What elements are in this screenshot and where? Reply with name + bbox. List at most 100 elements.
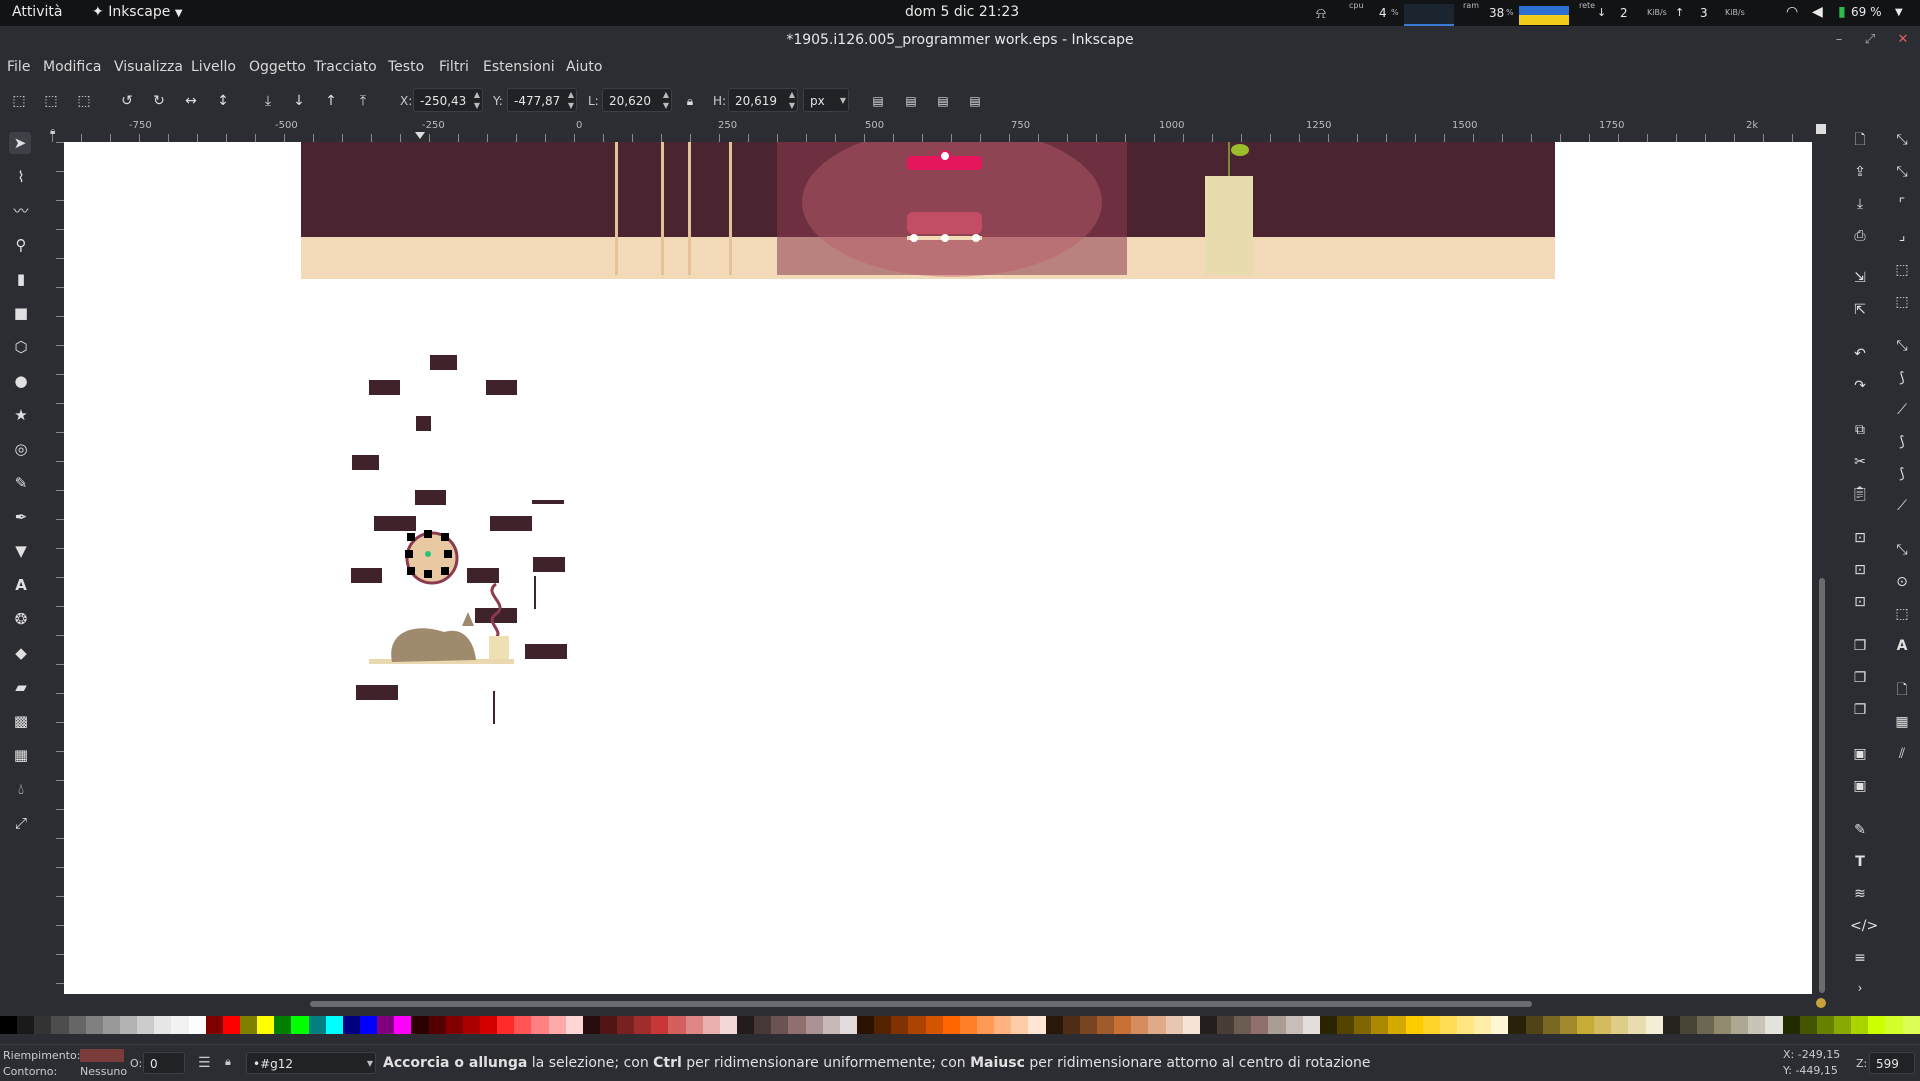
- snap-toggle-icon[interactable]: ⤡: [1892, 130, 1912, 150]
- current-layer-select[interactable]: •#g12 ▼: [246, 1052, 376, 1074]
- snap-midpoint-icon[interactable]: ⟋: [1892, 496, 1912, 516]
- palette-swatch[interactable]: [514, 1016, 532, 1034]
- palette-swatch[interactable]: [1422, 1016, 1440, 1034]
- snap-bbox-edge-icon[interactable]: ⌜: [1892, 194, 1912, 214]
- layers-icon[interactable]: ≋: [1850, 884, 1870, 904]
- redo-icon[interactable]: ↷: [1850, 376, 1870, 396]
- import-icon[interactable]: ⇲: [1850, 268, 1870, 288]
- cut-icon[interactable]: ✂: [1850, 452, 1870, 472]
- palette-swatch[interactable]: [925, 1016, 943, 1034]
- palette-swatch[interactable]: [1491, 1016, 1509, 1034]
- palette-swatch[interactable]: [17, 1016, 35, 1034]
- ellipse-tool-icon[interactable]: ●: [10, 370, 32, 392]
- app-menu[interactable]: ✦ Inkscape ▼: [92, 4, 183, 20]
- palette-swatch[interactable]: [839, 1016, 858, 1034]
- palette-swatch[interactable]: [1542, 1016, 1560, 1034]
- palette-swatch[interactable]: [599, 1016, 618, 1034]
- copy-icon[interactable]: ⧉: [1850, 420, 1870, 440]
- zoom-tool-icon[interactable]: ⚲: [10, 234, 32, 256]
- raise-to-top-icon[interactable]: ⤒: [354, 92, 372, 110]
- duplicate-icon[interactable]: ❐: [1850, 636, 1870, 656]
- palette-swatch[interactable]: [1302, 1016, 1320, 1034]
- volume-icon[interactable]: ◀: [1812, 4, 1823, 20]
- scale-stroke-icon[interactable]: ▤: [869, 92, 887, 110]
- palette-swatch[interactable]: [582, 1016, 600, 1034]
- palette-swatch[interactable]: [205, 1016, 223, 1034]
- menu-visualizza[interactable]: Visualizza: [114, 59, 183, 75]
- text-tool-icon[interactable]: A: [10, 574, 32, 596]
- menu-modifica[interactable]: Modifica: [43, 59, 102, 75]
- palette-swatch[interactable]: [857, 1016, 875, 1034]
- connector-tool-icon[interactable]: ⤢: [10, 812, 32, 834]
- paste-icon[interactable]: 📋︎: [1850, 484, 1870, 504]
- palette-swatch[interactable]: [754, 1016, 772, 1034]
- palette-swatch[interactable]: [274, 1016, 292, 1034]
- palette-swatch[interactable]: [1354, 1016, 1372, 1034]
- palette-swatch[interactable]: [1902, 1016, 1920, 1034]
- palette-swatch[interactable]: [617, 1016, 635, 1034]
- menu-tracciato[interactable]: Tracciato: [314, 59, 377, 75]
- color-palette[interactable]: [0, 1015, 1920, 1035]
- menu-estensioni[interactable]: Estensioni: [483, 59, 555, 75]
- palette-swatch[interactable]: [634, 1016, 652, 1034]
- minimize-button[interactable]: –: [1829, 30, 1849, 50]
- palette-swatch[interactable]: [188, 1016, 206, 1034]
- zoom-selection-icon[interactable]: ⊡: [1850, 528, 1870, 548]
- move-patterns-icon[interactable]: ▤: [966, 92, 984, 110]
- palette-swatch[interactable]: [1439, 1016, 1457, 1034]
- palette-swatch[interactable]: [1285, 1016, 1303, 1034]
- gradient-tool-icon[interactable]: ▩: [10, 710, 32, 732]
- opacity-field[interactable]: 0: [143, 1052, 185, 1074]
- spray-tool-icon[interactable]: ❂: [10, 608, 32, 630]
- snap-intersection-icon[interactable]: ⟋: [1892, 400, 1912, 420]
- snap-rotation-center-icon[interactable]: ⬚: [1892, 604, 1912, 624]
- palette-swatch[interactable]: [257, 1016, 275, 1034]
- bucket-tool-icon[interactable]: ▰: [10, 676, 32, 698]
- ungroup-icon[interactable]: ▣: [1850, 776, 1870, 796]
- palette-swatch[interactable]: [1714, 1016, 1732, 1034]
- pen-tool-icon[interactable]: ✒: [10, 506, 32, 528]
- palette-swatch[interactable]: [668, 1016, 686, 1034]
- vertical-scrollbar[interactable]: [1819, 578, 1825, 993]
- new-document-icon[interactable]: 🗋︎: [1850, 130, 1870, 150]
- palette-swatch[interactable]: [531, 1016, 549, 1034]
- horizontal-ruler[interactable]: -750 -500 -250 0 250 500 750 1000 1250 1…: [52, 118, 1812, 143]
- palette-swatch[interactable]: [908, 1016, 926, 1034]
- palette-swatch[interactable]: [308, 1016, 326, 1034]
- height-field[interactable]: 20,619 ▲ ▼: [728, 88, 798, 112]
- palette-swatch[interactable]: [994, 1016, 1012, 1034]
- node-tool-icon[interactable]: ⌇: [10, 166, 32, 188]
- snap-nodes-icon[interactable]: ⤡: [1892, 336, 1912, 356]
- zoom-page-icon[interactable]: ⊡: [1850, 592, 1870, 612]
- palette-swatch[interactable]: [1474, 1016, 1492, 1034]
- palette-swatch[interactable]: [1268, 1016, 1286, 1034]
- palette-swatch[interactable]: [68, 1016, 86, 1034]
- palette-swatch[interactable]: [0, 1016, 18, 1034]
- palette-swatch[interactable]: [1508, 1016, 1526, 1034]
- palette-swatch[interactable]: [51, 1016, 69, 1034]
- palette-swatch[interactable]: [342, 1016, 360, 1034]
- battery-icon[interactable]: ▮: [1838, 4, 1846, 20]
- snap-cusp-icon[interactable]: ⟆: [1892, 432, 1912, 452]
- palette-swatch[interactable]: [1868, 1016, 1886, 1034]
- palette-swatch[interactable]: [805, 1016, 823, 1034]
- xml-editor-icon[interactable]: </>: [1850, 916, 1878, 936]
- palette-swatch[interactable]: [445, 1016, 463, 1034]
- palette-swatch[interactable]: [102, 1016, 120, 1034]
- rotate-cw-icon[interactable]: ↻: [150, 92, 168, 110]
- palette-swatch[interactable]: [719, 1016, 738, 1034]
- snap-page-icon[interactable]: 🗋︎: [1892, 680, 1912, 700]
- menu-filtri[interactable]: Filtri: [439, 59, 469, 75]
- palette-swatch[interactable]: [1011, 1016, 1029, 1034]
- palette-swatch[interactable]: [1696, 1016, 1715, 1034]
- wifi-icon[interactable]: ◠: [1786, 4, 1798, 20]
- palette-swatch[interactable]: [1456, 1016, 1475, 1034]
- palette-swatch[interactable]: [1628, 1016, 1646, 1034]
- more-chevron-icon[interactable]: ›: [1850, 978, 1870, 998]
- palette-swatch[interactable]: [137, 1016, 155, 1034]
- open-icon[interactable]: ⇪: [1850, 162, 1870, 182]
- width-field[interactable]: 20,620 ▲ ▼: [602, 88, 672, 112]
- zoom-drawing-icon[interactable]: ⊡: [1850, 560, 1870, 580]
- x-field[interactable]: -250,43 ▲ ▼: [413, 88, 483, 112]
- text-font-icon[interactable]: T: [1850, 852, 1870, 872]
